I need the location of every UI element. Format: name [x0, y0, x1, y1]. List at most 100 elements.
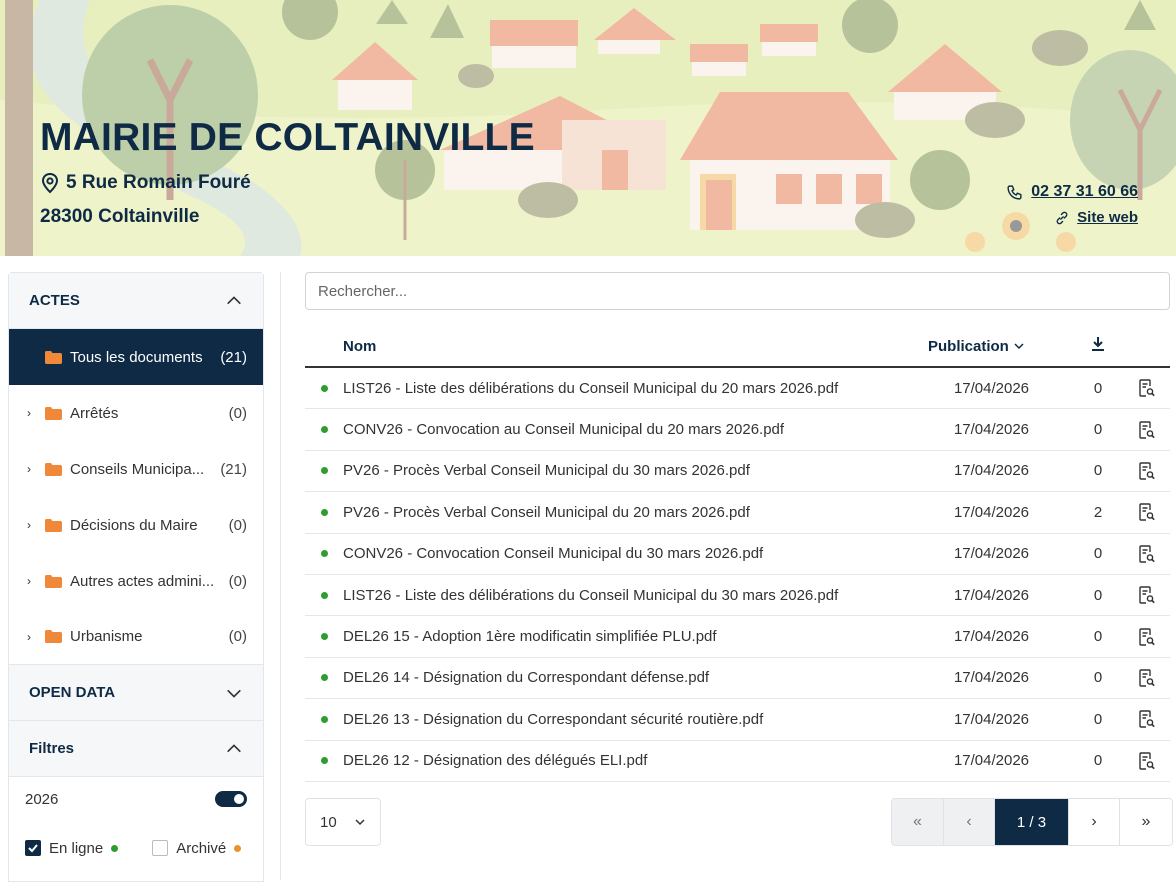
filters-section-header[interactable]: Filtres	[9, 721, 263, 777]
document-name[interactable]: DEL26 13 - Désignation du Correspondant …	[343, 711, 928, 728]
sidebar-item-count: (21)	[220, 460, 247, 478]
sidebar-item-arretes[interactable]: › Arrêtés (0)	[9, 385, 263, 441]
sidebar-item-label: Tous les documents	[70, 348, 203, 366]
phone-contact: 02 37 31 60 66	[1006, 183, 1138, 201]
table-row[interactable]: DEL26 15 - Adoption 1ère modificatin sim…	[305, 616, 1170, 658]
sidebar: ACTES › Tous les documents (21) › Arrêté…	[8, 272, 264, 882]
preview-button[interactable]	[1123, 379, 1170, 397]
page-size-select[interactable]: 10	[305, 798, 381, 846]
preview-button[interactable]	[1123, 462, 1170, 480]
publication-date: 17/04/2026	[953, 462, 1030, 480]
open-data-section-title: OPEN DATA	[29, 684, 116, 701]
column-header-downloads[interactable]	[1073, 336, 1123, 356]
online-checkbox[interactable]	[25, 840, 41, 856]
document-name[interactable]: DEL26 14 - Désignation du Correspondant …	[343, 669, 928, 686]
website-contact: Site web	[1055, 209, 1138, 226]
online-status-dot	[320, 550, 328, 558]
document-name[interactable]: DEL26 15 - Adoption 1ère modificatin sim…	[343, 628, 928, 645]
column-header-name[interactable]: Nom	[343, 338, 928, 355]
sidebar-item-conseils-municipaux[interactable]: › Conseils Municipa... (21)	[9, 441, 263, 497]
preview-button[interactable]	[1123, 420, 1170, 439]
folder-icon	[45, 462, 62, 476]
table-row[interactable]: LIST26 - Liste des délibérations du Cons…	[305, 368, 1170, 410]
table-row[interactable]: CONV26 - Convocation Conseil Municipal d…	[305, 534, 1170, 575]
sidebar-item-autres-actes[interactable]: › Autres actes admini... (0)	[9, 553, 263, 609]
document-name[interactable]: PV26 - Procès Verbal Conseil Municipal d…	[343, 504, 928, 521]
caret-right-icon[interactable]: ›	[27, 574, 41, 588]
publication-date: 17/04/2026	[953, 379, 1030, 397]
sidebar-item-urbanisme[interactable]: › Urbanisme (0)	[9, 609, 263, 665]
sidebar-item-label: Décisions du Maire	[70, 516, 198, 534]
publication-date: 17/04/2026	[953, 752, 1030, 770]
checkmark-icon	[28, 844, 38, 853]
table-row[interactable]: LIST26 - Liste des délibérations du Cons…	[305, 575, 1170, 617]
online-status-dot	[320, 633, 328, 641]
sidebar-item-tous-les-documents[interactable]: › Tous les documents (21)	[9, 329, 263, 385]
table-row[interactable]: PV26 - Procès Verbal Conseil Municipal d…	[305, 451, 1170, 493]
page-size-value: 10	[320, 813, 337, 831]
column-header-publication[interactable]: Publication	[928, 338, 1073, 355]
search-input[interactable]	[305, 272, 1170, 310]
online-status-dot	[111, 844, 119, 852]
address-line-1: 5 Rue Romain Fouré	[40, 172, 251, 194]
download-count: 0	[1093, 710, 1103, 728]
sidebar-item-label: Conseils Municipa...	[70, 460, 205, 478]
preview-button[interactable]	[1123, 710, 1170, 729]
preview-button[interactable]	[1123, 669, 1170, 687]
last-page-button[interactable]: »	[1119, 799, 1172, 845]
map-pin-icon	[41, 172, 59, 194]
year-toggle[interactable]	[215, 791, 247, 807]
document-name[interactable]: PV26 - Procès Verbal Conseil Municipal d…	[343, 462, 928, 479]
website-link[interactable]: Site web	[1077, 209, 1138, 226]
sidebar-item-count: (0)	[228, 572, 247, 590]
publication-date: 17/04/2026	[953, 503, 1030, 521]
preview-button[interactable]	[1123, 586, 1170, 604]
page-title: MAIRIE DE COLTAINVILLE	[40, 116, 535, 159]
first-page-button[interactable]: «	[892, 799, 943, 845]
online-label: En ligne	[49, 839, 104, 857]
year-filter: 2026	[9, 777, 263, 821]
vertical-divider	[280, 272, 281, 880]
table-row[interactable]: DEL26 14 - Désignation du Correspondant …	[305, 658, 1170, 700]
sidebar-item-count: (0)	[228, 516, 247, 534]
online-status-dot	[320, 757, 328, 765]
publication-date: 17/04/2026	[953, 421, 1030, 439]
sidebar-item-decisions-du-maire[interactable]: › Décisions du Maire (0)	[9, 497, 263, 553]
next-page-button[interactable]: ›	[1068, 799, 1119, 845]
online-status-dot	[320, 591, 328, 599]
download-count: 2	[1093, 503, 1103, 521]
table-header: Nom Publication	[305, 326, 1170, 368]
table-row[interactable]: DEL26 13 - Désignation du Correspondant …	[305, 699, 1170, 741]
preview-button[interactable]	[1123, 752, 1170, 770]
document-search-icon	[1138, 752, 1155, 770]
document-name[interactable]: CONV26 - Convocation au Conseil Municipa…	[343, 421, 928, 438]
prev-page-button[interactable]: ‹	[943, 799, 994, 845]
open-data-section-header[interactable]: OPEN DATA	[9, 665, 263, 721]
table-row[interactable]: PV26 - Procès Verbal Conseil Municipal d…	[305, 492, 1170, 534]
document-name[interactable]: DEL26 12 - Désignation des délégués ELI.…	[343, 752, 928, 769]
phone-link[interactable]: 02 37 31 60 66	[1031, 183, 1138, 201]
download-count: 0	[1093, 628, 1103, 646]
documents-table: Nom Publication LIST26 - Liste des délib…	[305, 326, 1170, 782]
document-name[interactable]: LIST26 - Liste des délibérations du Cons…	[343, 380, 928, 397]
preview-button[interactable]	[1123, 627, 1170, 646]
document-search-icon	[1138, 462, 1155, 480]
caret-right-icon[interactable]: ›	[27, 406, 41, 420]
online-status-dot	[320, 467, 328, 475]
document-search-icon	[1138, 420, 1155, 439]
column-header-publication-label: Publication	[928, 337, 1009, 355]
document-search-icon	[1138, 627, 1155, 646]
table-body: LIST26 - Liste des délibérations du Cons…	[305, 368, 1170, 782]
document-name[interactable]: CONV26 - Convocation Conseil Municipal d…	[343, 545, 928, 562]
table-row[interactable]: CONV26 - Convocation au Conseil Municipa…	[305, 409, 1170, 451]
table-row[interactable]: DEL26 12 - Désignation des délégués ELI.…	[305, 741, 1170, 782]
archived-checkbox[interactable]	[152, 840, 169, 856]
caret-right-icon[interactable]: ›	[27, 462, 41, 476]
preview-button[interactable]	[1123, 503, 1170, 522]
publication-date: 17/04/2026	[953, 586, 1030, 604]
caret-right-icon[interactable]: ›	[27, 630, 41, 644]
document-name[interactable]: LIST26 - Liste des délibérations du Cons…	[343, 587, 928, 604]
preview-button[interactable]	[1123, 545, 1170, 563]
actes-section-header[interactable]: ACTES	[9, 273, 263, 329]
caret-right-icon[interactable]: ›	[27, 518, 41, 532]
